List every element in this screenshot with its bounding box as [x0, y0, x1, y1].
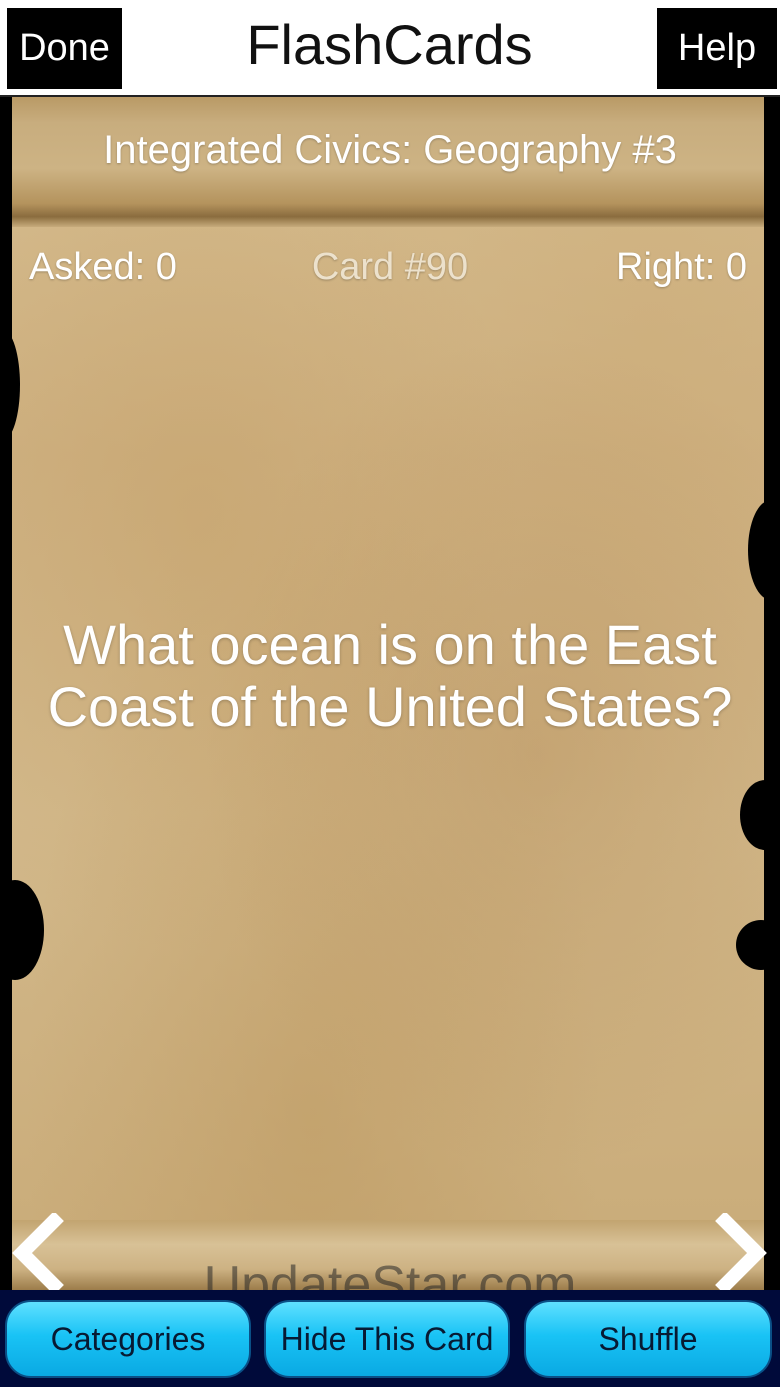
- top-bar: Done FlashCards Help: [0, 0, 780, 97]
- bottom-toolbar: Categories Hide This Card Shuffle: [0, 1290, 780, 1387]
- categories-button[interactable]: Categories: [5, 1300, 251, 1378]
- chevron-right-icon[interactable]: [711, 1213, 771, 1293]
- right-count: Right: 0: [616, 246, 747, 288]
- question-text[interactable]: What ocean is on the East Coast of the U…: [20, 614, 760, 738]
- done-button[interactable]: Done: [7, 8, 122, 89]
- shuffle-button[interactable]: Shuffle: [524, 1300, 772, 1378]
- help-button[interactable]: Help: [657, 8, 777, 89]
- hide-card-button[interactable]: Hide This Card: [264, 1300, 510, 1378]
- app-title: FlashCards: [246, 12, 533, 76]
- burnt-edge-right: [736, 920, 780, 970]
- chevron-left-icon[interactable]: [8, 1213, 68, 1293]
- category-title: Integrated Civics: Geography #3: [103, 128, 677, 172]
- scroll-roll-bottom: [12, 1220, 764, 1290]
